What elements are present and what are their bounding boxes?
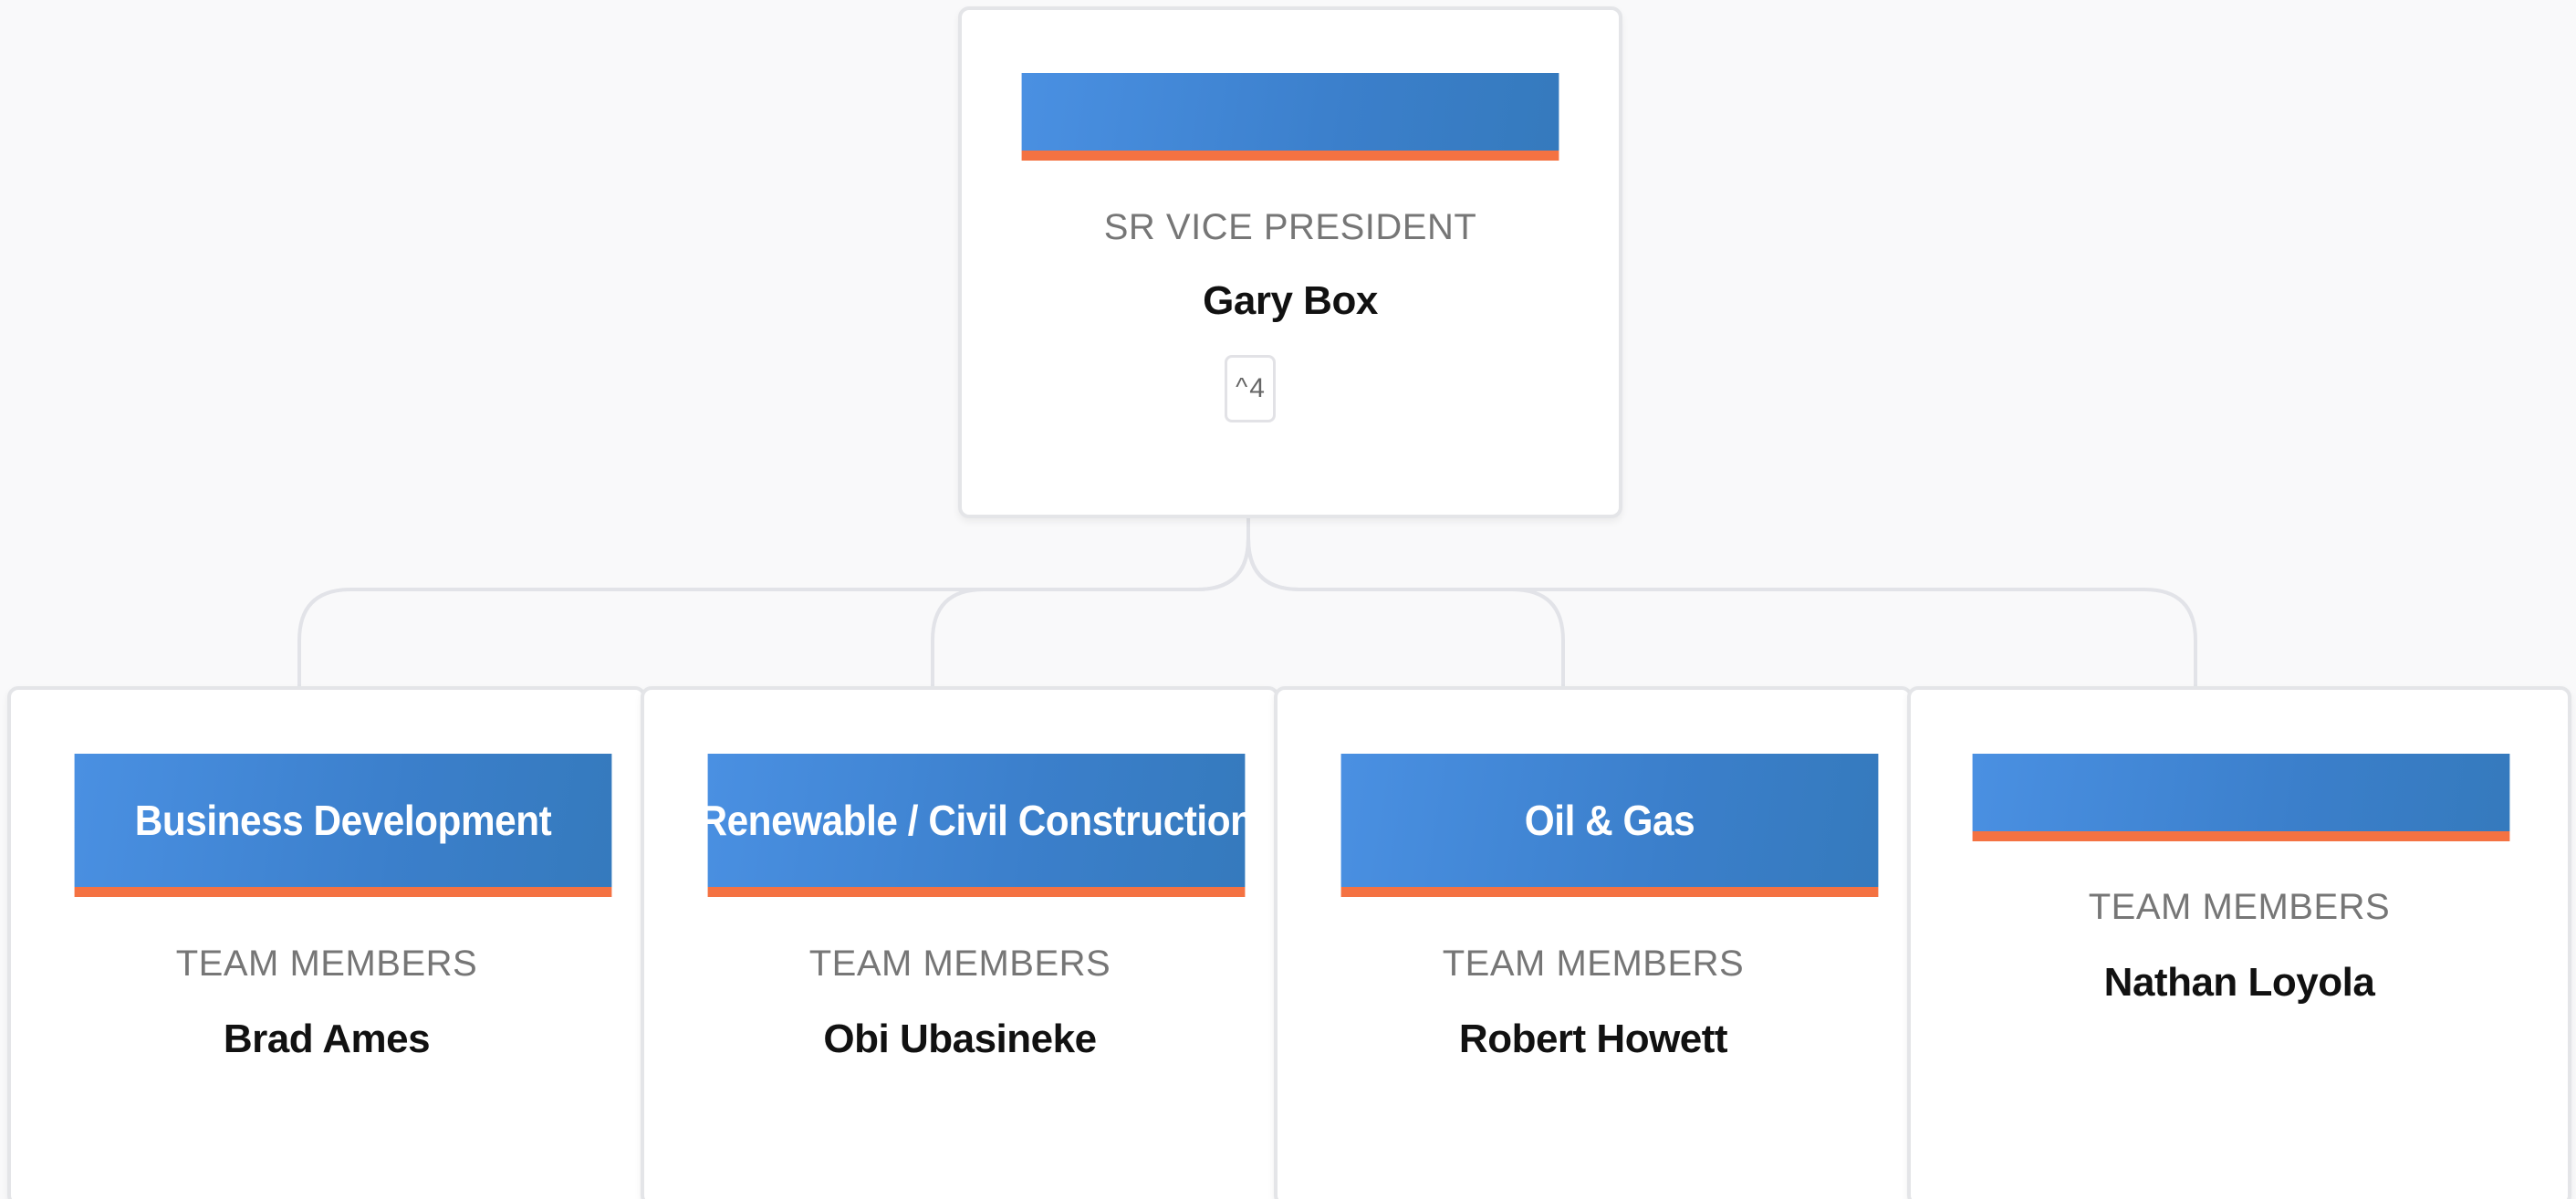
collapse-toggle-button[interactable]: ^ 4 — [1225, 355, 1276, 422]
team-members-label: TEAM MEMBERS — [175, 944, 478, 984]
team-member-name: Robert Howett — [1458, 1017, 1728, 1061]
child-node-card[interactable]: Oil & Gas TEAM MEMBERS Robert Howett — [1274, 686, 1913, 1199]
team-member-name: Nathan Loyola — [2103, 960, 2375, 1005]
child-node-banner: Business Development — [74, 754, 612, 897]
team-members-label: TEAM MEMBERS — [1442, 944, 1745, 984]
child-node-card[interactable]: TEAM MEMBERS Nathan Loyola — [1907, 686, 2571, 1199]
connector-to-oil-gas — [1246, 537, 1565, 686]
team-name: Oil & Gas — [1524, 797, 1695, 844]
team-member-name: Obi Ubasineke — [823, 1017, 1097, 1061]
child-node-banner: Oil & Gas — [1340, 754, 1879, 897]
team-member-name: Brad Ames — [223, 1017, 431, 1061]
child-node-card[interactable]: Business Development TEAM MEMBERS Brad A… — [7, 686, 646, 1199]
connector-to-fourth — [1246, 537, 2197, 686]
team-members-label: TEAM MEMBERS — [2088, 887, 2391, 927]
connector-to-renewable — [931, 537, 1250, 686]
team-members-label: TEAM MEMBERS — [808, 944, 1111, 984]
team-name: Business Development — [134, 797, 552, 844]
child-node-banner — [1972, 754, 2510, 841]
root-node-banner — [1021, 73, 1559, 161]
chevron-up-icon: ^ — [1236, 372, 1248, 401]
children-count: 4 — [1249, 373, 1265, 403]
team-name: Renewable / Civil Construction — [699, 797, 1254, 844]
child-node-card[interactable]: Renewable / Civil Construction TEAM MEMB… — [641, 686, 1279, 1199]
root-node-card[interactable]: SR VICE PRESIDENT Gary Box ^ 4 — [958, 6, 1622, 518]
root-node-name: Gary Box — [1203, 278, 1378, 323]
org-chart-canvas: SR VICE PRESIDENT Gary Box ^ 4 Business … — [0, 0, 2576, 1199]
child-node-banner: Renewable / Civil Construction — [700, 754, 1254, 897]
connector-trunk — [297, 518, 1250, 686]
root-node-role: SR VICE PRESIDENT — [1103, 207, 1477, 247]
